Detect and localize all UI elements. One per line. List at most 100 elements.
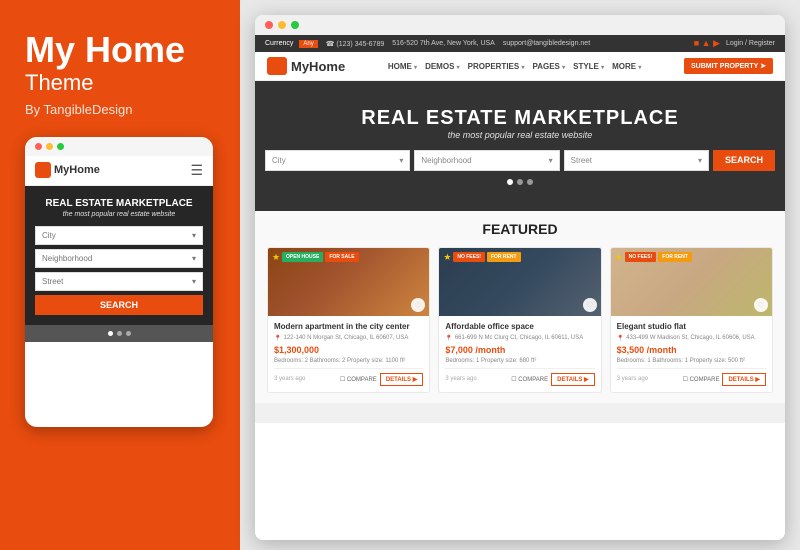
currency-label: Currency Any <box>265 40 318 48</box>
nav-more[interactable]: MORE ▾ <box>612 62 641 71</box>
compare-button-3[interactable]: ☐ COMPARE <box>683 376 720 383</box>
card-footer-1: 3 years ago ☐ COMPARE DETAILS ▶ <box>274 368 423 386</box>
desktop-dot-green <box>291 21 299 29</box>
mobile-street-select[interactable]: Street▾ <box>35 272 203 291</box>
desktop-logo-icon <box>267 57 287 75</box>
property-card-1: ★ OPEN HOUSE FOR SALE ♡ Modern apartment… <box>267 247 430 393</box>
card-heart-2[interactable]: ♡ <box>583 298 597 312</box>
details-button-2[interactable]: DETAILS ▶ <box>551 373 595 386</box>
mobile-hero-title: REAL ESTATE MARKETPLACE <box>35 198 203 209</box>
login-register[interactable]: Login / Register <box>726 40 775 47</box>
property-card-2: ★ NO FEES! FOR RENT ♡ Affordable office … <box>438 247 601 393</box>
property-card-3: ★ NO FEES! FOR RENT ♡ Elegant studio fla… <box>610 247 773 393</box>
nav-properties[interactable]: PROPERTIES ▾ <box>468 62 525 71</box>
email-text: support@tangibledesign.net <box>503 40 590 47</box>
desktop-nav-links: HOME ▾ DEMOS ▾ PROPERTIES ▾ PAGES ▾ STYL… <box>388 62 642 71</box>
hero-title: REAL ESTATE MARKETPLACE <box>361 107 678 130</box>
mobile-slider-dots <box>25 325 213 342</box>
left-panel: My Home Theme By TangibleDesign MyHome ☰… <box>0 0 240 550</box>
card-title-2: Affordable office space <box>445 322 594 332</box>
main-title: My Home <box>25 30 215 70</box>
details-button-3[interactable]: DETAILS ▶ <box>722 373 766 386</box>
badge-open-house: OPEN HOUSE <box>282 252 323 262</box>
property-cards: ★ OPEN HOUSE FOR SALE ♡ Modern apartment… <box>267 247 773 393</box>
card-price-2: $7,000 /month <box>445 345 594 355</box>
mobile-city-select[interactable]: City▾ <box>35 226 203 245</box>
desktop-mockup: Currency Any ☎ (123) 345-6789 516-520 7t… <box>255 15 785 540</box>
mobile-dot-3 <box>126 331 131 336</box>
phone-number: ☎ (123) 345-6789 <box>326 40 385 48</box>
util-right: ■ ▲ ▶ Login / Register <box>694 38 775 49</box>
hero-dot-1 <box>507 179 513 185</box>
sub-title: Theme <box>25 70 215 96</box>
mobile-search-button[interactable]: SEARCH <box>35 295 203 315</box>
card-details-2: Bedrooms: 1 Property size: 680 ft² <box>445 358 594 364</box>
card-address-3: 📍433-499 W Madison St, Chicago, IL 60606… <box>617 335 766 342</box>
card-age-3: 3 years ago <box>617 376 648 382</box>
neighborhood-select[interactable]: Neighborhood▾ <box>414 150 559 171</box>
nav-home[interactable]: HOME ▾ <box>388 62 417 71</box>
details-button-1[interactable]: DETAILS ▶ <box>380 373 424 386</box>
street-select[interactable]: Street▾ <box>564 150 709 171</box>
card-age-2: 3 years ago <box>445 376 476 382</box>
card-image-2: ★ NO FEES! FOR RENT ♡ <box>439 248 600 316</box>
card-badges-1: OPEN HOUSE FOR SALE <box>282 252 359 262</box>
card-badges-2: NO FEES! FOR RENT <box>453 252 520 262</box>
card-address-2: 📍661-699 N Mc Clurg Ct, Chicago, IL 6061… <box>445 335 594 342</box>
card-title-3: Elegant studio flat <box>617 322 766 332</box>
desktop-top-bar <box>255 15 785 35</box>
card-heart-3[interactable]: ♡ <box>754 298 768 312</box>
utility-bar: Currency Any ☎ (123) 345-6789 516-520 7t… <box>255 35 785 52</box>
card-heart-1[interactable]: ♡ <box>411 298 425 312</box>
badge-for-rent-2: FOR RENT <box>487 252 521 262</box>
currency-any[interactable]: Any <box>299 40 317 48</box>
submit-property-button[interactable]: SUBMIT PROPERTY ➤ <box>684 58 773 74</box>
hero-search-button[interactable]: SEARCH <box>713 150 775 171</box>
bottom-strip <box>255 403 785 423</box>
hero-dot-3 <box>527 179 533 185</box>
hero-search-bar: City▾ Neighborhood▾ Street▾ SEARCH <box>265 150 775 171</box>
badge-for-rent-3: FOR RENT <box>658 252 692 262</box>
card-footer-2: 3 years ago ☐ COMPARE DETAILS ▶ <box>445 368 594 386</box>
social-icons: ■ ▲ ▶ <box>694 38 720 49</box>
desktop-dot-red <box>265 21 273 29</box>
card-price-3: $3,500 /month <box>617 345 766 355</box>
nav-style[interactable]: STYLE ▾ <box>573 62 604 71</box>
mobile-mockup: MyHome ☰ REAL ESTATE MARKETPLACE the mos… <box>25 137 213 427</box>
mobile-dot-1 <box>108 331 113 336</box>
card-address-1: 📍122-140 N Morgan St, Chicago, IL 60607,… <box>274 335 423 342</box>
mobile-dot-2 <box>117 331 122 336</box>
featured-section: FEATURED ★ OPEN HOUSE FOR SALE ♡ Modern … <box>255 211 785 403</box>
nav-pages[interactable]: PAGES ▾ <box>532 62 565 71</box>
card-image-3: ★ NO FEES! FOR RENT ♡ <box>611 248 772 316</box>
mobile-navbar: MyHome ☰ <box>25 156 213 186</box>
address-text: 516-520 7th Ave, New York, USA <box>392 40 495 47</box>
hamburger-icon[interactable]: ☰ <box>190 162 203 179</box>
desktop-dot-yellow <box>278 21 286 29</box>
hero-slider-dots <box>507 179 533 185</box>
mobile-logo: MyHome <box>35 162 100 178</box>
card-price-1: $1,300,000 <box>274 345 423 355</box>
compare-button-1[interactable]: ☐ COMPARE <box>340 376 377 383</box>
mobile-neighborhood-select[interactable]: Neighborhood▾ <box>35 249 203 268</box>
badge-no-fees-2: NO FEES! <box>453 252 485 262</box>
card-title-1: Modern apartment in the city center <box>274 322 423 332</box>
hero-dot-2 <box>517 179 523 185</box>
city-select[interactable]: City▾ <box>265 150 410 171</box>
mobile-logo-text: MyHome <box>54 164 100 176</box>
card-body-3: Elegant studio flat 📍433-499 W Madison S… <box>611 316 772 392</box>
card-badges-3: NO FEES! FOR RENT <box>625 252 692 262</box>
compare-button-2[interactable]: ☐ COMPARE <box>511 376 548 383</box>
card-footer-3: 3 years ago ☐ COMPARE DETAILS ▶ <box>617 368 766 386</box>
card-details-1: Bedrooms: 2 Bathrooms: 2 Property size: … <box>274 358 423 364</box>
desktop-logo: MyHome <box>267 57 345 75</box>
card-body-2: Affordable office space 📍661-699 N Mc Cl… <box>439 316 600 392</box>
nav-demos[interactable]: DEMOS ▾ <box>425 62 460 71</box>
card-body-1: Modern apartment in the city center 📍122… <box>268 316 429 392</box>
util-left: Currency Any ☎ (123) 345-6789 516-520 7t… <box>265 40 590 48</box>
desktop-hero: REAL ESTATE MARKETPLACE the most popular… <box>255 81 785 211</box>
card-actions-1: ☐ COMPARE DETAILS ▶ <box>340 373 423 386</box>
badge-no-fees-3: NO FEES! <box>625 252 657 262</box>
featured-title: FEATURED <box>267 221 773 237</box>
mobile-top-bar <box>25 137 213 156</box>
